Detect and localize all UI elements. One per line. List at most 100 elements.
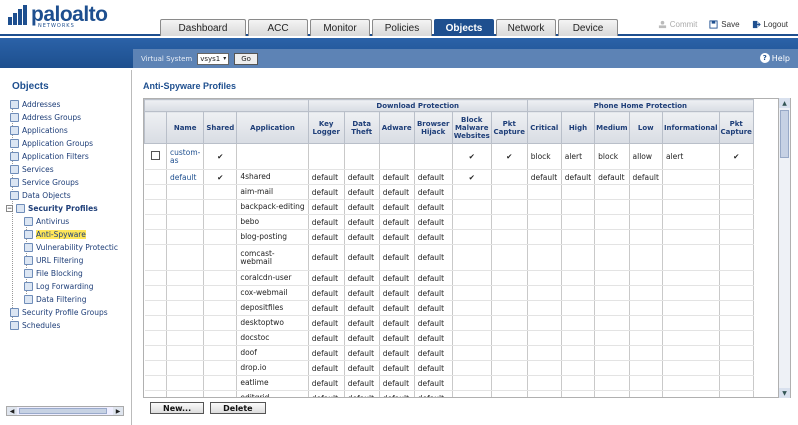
table-row[interactable]: comcast-webmail default default default defa…	[144, 244, 754, 271]
row-select-cell	[144, 214, 167, 230]
table-row[interactable]: doof default default default default	[144, 345, 754, 361]
profile-name-link[interactable]: default	[166, 169, 205, 185]
table-row[interactable]: desktoptwo default default default default	[144, 315, 754, 331]
medium-cell	[594, 184, 630, 200]
sidebar-item-application-groups[interactable]: Application Groups	[10, 137, 93, 150]
sidebar-item-data-filtering[interactable]: Data Filtering	[24, 293, 86, 306]
tab-network[interactable]: Network	[496, 19, 556, 36]
row-checkbox[interactable]	[150, 151, 160, 160]
sidebar-item-addresses[interactable]: Addresses	[10, 98, 60, 111]
scroll-right-icon[interactable]: ▶	[113, 407, 123, 415]
grid-vscrollbar[interactable]: ▲ ▼	[778, 98, 790, 398]
tab-acc[interactable]: ACC	[248, 19, 308, 36]
vsys-label: Virtual System	[141, 54, 193, 63]
profile-name-link[interactable]: custom-as	[166, 143, 205, 170]
table-row[interactable]: blog-posting default default default default	[144, 229, 754, 245]
col-pkt-capture[interactable]: Pkt Capture	[490, 111, 528, 144]
key-logger-value: default	[308, 390, 345, 397]
tab-device[interactable]: Device	[558, 19, 618, 36]
collapse-icon[interactable]: −	[6, 205, 13, 212]
pkt-capture2-cell	[719, 229, 754, 245]
save-link[interactable]: Save	[709, 20, 740, 29]
table-row[interactable]: editgrid default default default default	[144, 390, 754, 397]
security-profiles-icon	[16, 204, 25, 213]
pkt-capture2-cell	[719, 375, 754, 391]
sidebar-item-data-objects[interactable]: Data Objects	[10, 189, 71, 202]
table-row[interactable]: depositfiles default default default default	[144, 300, 754, 316]
sidebar-item-anti-spyware[interactable]: Anti-Spyware	[24, 228, 86, 241]
sidebar-item-log-forwarding[interactable]: Log Forwarding	[24, 280, 94, 293]
tab-objects[interactable]: Objects	[434, 19, 494, 36]
high-cell	[561, 199, 596, 215]
go-button[interactable]: Go	[234, 52, 258, 65]
data-theft-value: default	[344, 315, 380, 331]
tab-dashboard[interactable]: Dashboard	[160, 19, 246, 36]
table-row[interactable]: eatlime default default default default	[144, 375, 754, 391]
col-name[interactable]: Name	[165, 111, 205, 144]
scroll-thumb[interactable]	[19, 408, 107, 414]
col-application[interactable]: Application	[236, 111, 309, 144]
sidebar-item-service-groups[interactable]: Service Groups	[10, 176, 79, 189]
block-malware-cell	[452, 285, 492, 301]
table-row[interactable]: cox-webmail default default default default	[144, 285, 754, 301]
adware-value: default	[379, 345, 415, 361]
col-low[interactable]: Low	[628, 111, 663, 144]
grid-actions: New... Delete	[150, 402, 266, 414]
sidebar-item-security-profiles[interactable]: − Security Profiles	[6, 202, 98, 215]
default-profile-rows[interactable]: default ✔ 4shared default default default defa…	[144, 169, 754, 397]
sidebar-hscrollbar[interactable]: ◀ ▶	[6, 406, 124, 416]
sidebar-item-antivirus[interactable]: Antivirus	[24, 215, 69, 228]
table-row[interactable]: coralcdn-user default default default defaul…	[144, 270, 754, 286]
col-high[interactable]: High	[560, 111, 596, 144]
col-data-theft[interactable]: Data Theft	[343, 111, 380, 144]
tab-policies[interactable]: Policies	[372, 19, 432, 36]
table-row[interactable]: aim-mail default default default default	[144, 184, 754, 200]
informational-cell	[662, 360, 720, 376]
row-select-cell	[144, 375, 167, 391]
table-row[interactable]: drop.io default default default default	[144, 360, 754, 376]
col-pkt-capture-2[interactable]: Pkt Capture	[718, 111, 754, 144]
col-medium[interactable]: Medium	[594, 111, 630, 144]
col-critical[interactable]: Critical	[526, 111, 562, 144]
sidebar-item-services[interactable]: Services	[10, 163, 54, 176]
delete-button[interactable]: Delete	[210, 402, 266, 414]
help-link[interactable]: ? Help	[759, 53, 790, 63]
scroll-up-icon[interactable]: ▲	[779, 98, 790, 108]
col-shared[interactable]: Shared	[203, 111, 238, 144]
table-row[interactable]: default ✔ 4shared default default default defa…	[144, 169, 754, 185]
new-button[interactable]: New...	[150, 402, 205, 414]
sidebar-item-schedules[interactable]: Schedules	[10, 319, 60, 332]
pkt-capture-cell	[491, 315, 528, 331]
sidebar-item-url-filtering[interactable]: URL Filtering	[24, 254, 83, 267]
low-cell	[629, 285, 663, 301]
scroll-down-icon[interactable]: ▼	[779, 388, 790, 398]
table-row[interactable]: bebo default default default default	[144, 214, 754, 230]
scroll-left-icon[interactable]: ◀	[7, 407, 17, 415]
col-informational[interactable]: Informational	[661, 111, 720, 144]
sidebar-item-application-filters[interactable]: Application Filters	[10, 150, 89, 163]
sidebar-item-address-groups[interactable]: Address Groups	[10, 111, 81, 124]
table-row[interactable]: custom-as ✔ ✔ ✔ block alert block allow …	[144, 143, 754, 170]
sidebar-item-file-blocking[interactable]: File Blocking	[24, 267, 83, 280]
sidebar-item-vulnerability-protection[interactable]: Vulnerability Protectic	[24, 241, 118, 254]
table-row[interactable]: backpack-editing default default default def…	[144, 199, 754, 215]
scroll-thumb[interactable]	[780, 110, 789, 158]
col-block-malware[interactable]: Block Malware Websites	[451, 111, 492, 144]
tab-monitor[interactable]: Monitor	[310, 19, 370, 36]
save-icon	[709, 20, 718, 29]
table-row[interactable]: docstoc default default default default	[144, 330, 754, 346]
commit-link[interactable]: Commit	[658, 20, 697, 29]
name-cell	[166, 330, 205, 346]
adware-value: default	[379, 300, 415, 316]
col-key-logger[interactable]: Key Logger	[307, 111, 345, 144]
sidebar-item-security-profile-groups[interactable]: Security Profile Groups	[10, 306, 108, 319]
browser-hijack-value: default	[414, 345, 453, 361]
sidebar-item-applications[interactable]: Applications	[10, 124, 68, 137]
pkt-capture-cell	[491, 244, 528, 271]
col-adware[interactable]: Adware	[378, 111, 415, 144]
col-browser-hijack[interactable]: Browser Hijack	[413, 111, 453, 144]
logout-link[interactable]: Logout	[752, 20, 788, 29]
vsys-select[interactable]: vsys1 ▾	[197, 52, 230, 65]
low-cell	[629, 360, 663, 376]
data-theft-value: default	[344, 270, 380, 286]
